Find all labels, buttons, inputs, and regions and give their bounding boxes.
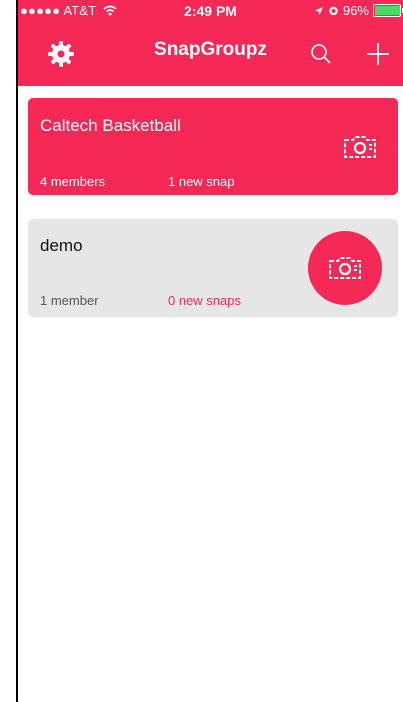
add-group-button[interactable] (364, 40, 392, 68)
location-arrow-icon (314, 6, 323, 15)
group-members: 1 member (40, 293, 99, 308)
alarm-icon (329, 6, 338, 16)
status-bar: ●●●●● AT&T 2:49 PM 96% (18, 0, 403, 22)
battery-percent: 96% (342, 3, 369, 18)
nav-bar: SnapGroupz (18, 22, 403, 86)
camera-button[interactable] (308, 231, 382, 305)
battery-fill (375, 6, 400, 15)
group-name: Caltech Basketball (40, 116, 181, 135)
battery-icon (373, 4, 403, 17)
camera-icon (344, 136, 376, 158)
group-new-snaps: 0 new snaps (168, 293, 241, 308)
camera-button[interactable] (342, 134, 378, 160)
group-list: Caltech Basketball 4 members 1 new snap … (28, 98, 398, 341)
group-members: 4 members (40, 174, 106, 189)
camera-icon (329, 257, 361, 279)
group-card[interactable]: demo 1 member 0 new snaps (28, 219, 398, 317)
left-edge-line (16, 0, 18, 702)
app-title: SnapGroupz (154, 39, 267, 60)
plus-icon (367, 43, 389, 65)
group-new-snaps: 1 new snap (168, 174, 235, 189)
status-right: 96% (314, 3, 403, 18)
search-button[interactable] (307, 40, 335, 68)
search-icon (311, 44, 331, 64)
group-card[interactable]: Caltech Basketball 4 members 1 new snap (28, 98, 398, 195)
group-name: demo (40, 236, 83, 255)
